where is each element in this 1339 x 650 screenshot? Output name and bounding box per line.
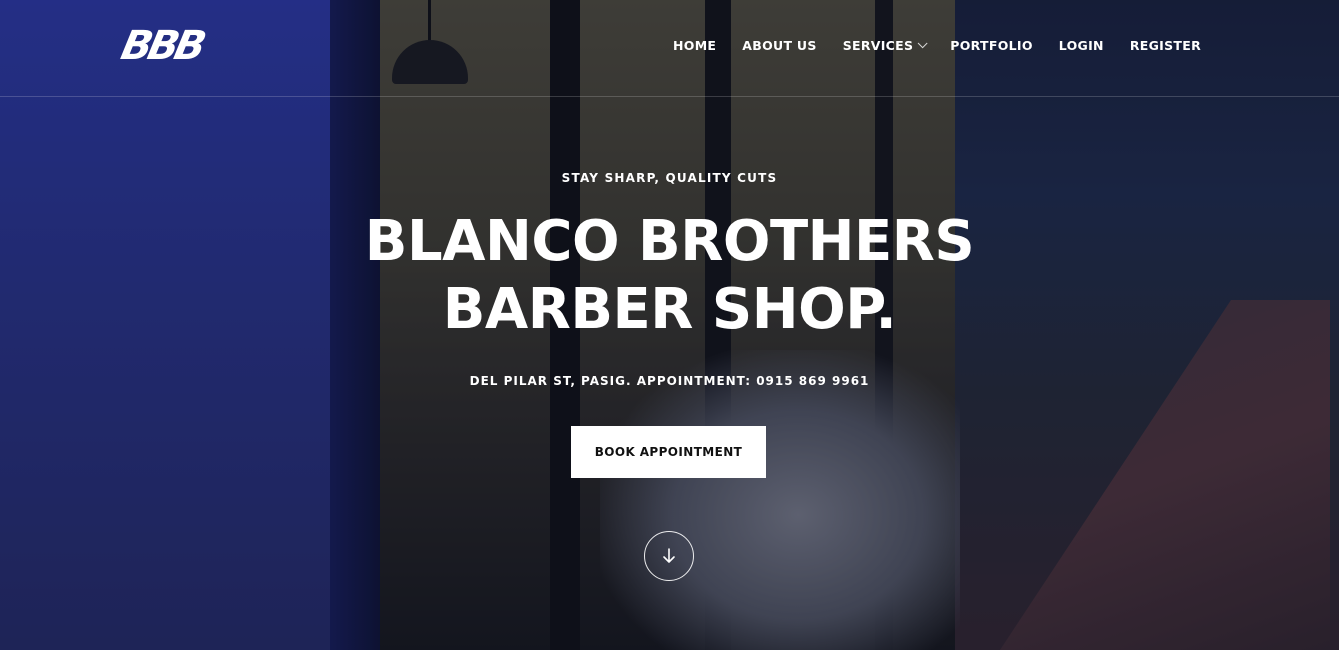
site-header: BBB HOME ABOUT US SERVICES PORTFOLIO LOG… (0, 0, 1339, 97)
nav-item-home[interactable]: HOME (673, 38, 716, 53)
hero-section: BBB HOME ABOUT US SERVICES PORTFOLIO LOG… (0, 0, 1339, 650)
nav-item-label: ABOUT US (742, 38, 817, 53)
nav-item-label: SERVICES (842, 38, 914, 53)
chevron-down-icon (917, 38, 928, 49)
nav-item-register[interactable]: REGISTER (1130, 38, 1201, 53)
brand-logo[interactable]: BBB (117, 23, 206, 69)
headline-line-1: BLANCO BROTHERS (364, 209, 975, 274)
nav-item-label: REGISTER (1129, 38, 1201, 53)
main-nav: HOME ABOUT US SERVICES PORTFOLIO LOGIN R… (673, 38, 1201, 53)
hero-headline: BLANCO BROTHERS BARBER SHOP. (0, 208, 1339, 344)
headline-line-2: BARBER SHOP. (442, 277, 897, 342)
hero-content: STAY SHARP, QUALITY CUTS BLANCO BROTHERS… (0, 0, 1339, 650)
nav-item-portfolio[interactable]: PORTFOLIO (950, 38, 1033, 53)
nav-item-label: PORTFOLIO (950, 38, 1033, 53)
nav-item-about-us[interactable]: ABOUT US (742, 38, 816, 53)
hero-address: DEL PILAR ST, PASIG. APPOINTMENT: 0915 8… (469, 374, 870, 388)
hero-eyebrow: STAY SHARP, QUALITY CUTS (561, 171, 778, 185)
nav-item-services[interactable]: SERVICES (842, 38, 928, 53)
nav-item-label: LOGIN (1058, 38, 1104, 53)
scroll-down-button[interactable] (644, 531, 694, 581)
arrow-down-icon (663, 548, 675, 563)
book-appointment-button[interactable]: BOOK APPOINTMENT (571, 426, 766, 478)
nav-item-login[interactable]: LOGIN (1059, 38, 1104, 53)
nav-item-label: HOME (673, 38, 717, 53)
